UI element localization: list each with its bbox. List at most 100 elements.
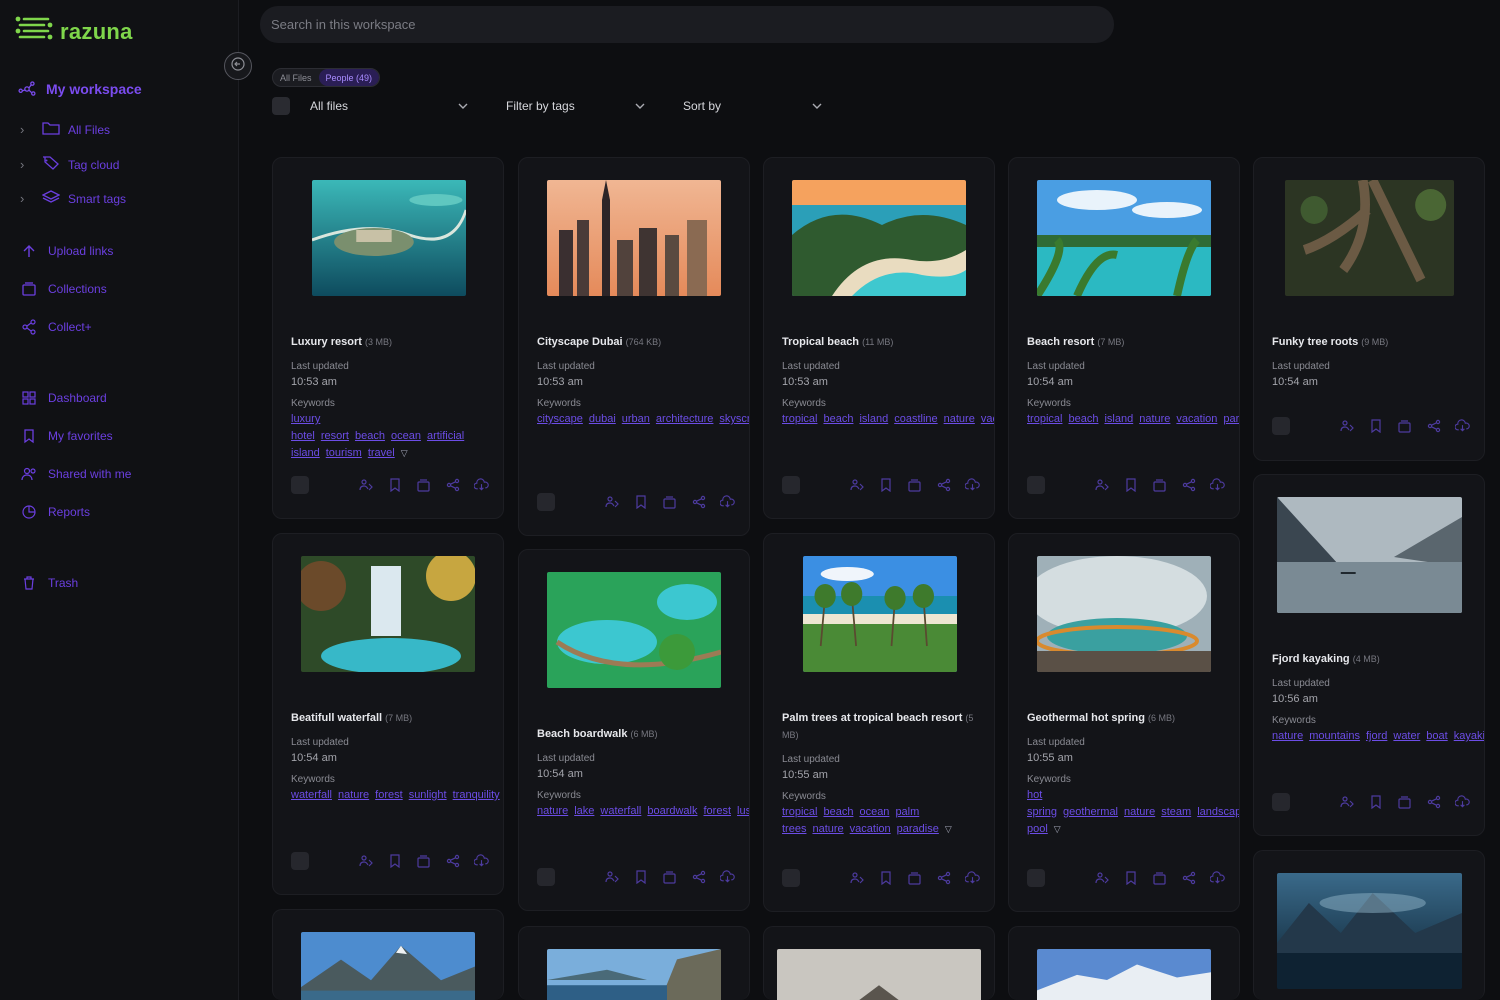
keyword-tag[interactable]: nature <box>944 413 975 425</box>
asset-thumbnail[interactable] <box>792 180 966 296</box>
keyword-tag[interactable]: dubai <box>589 413 616 425</box>
keyword-tag[interactable]: island <box>1104 413 1133 425</box>
asset-name[interactable]: Geothermal hot spring (6 MB) <box>1027 710 1225 727</box>
nav-dashboard[interactable]: Dashboard <box>20 389 107 407</box>
collection-add-icon[interactable] <box>662 870 677 885</box>
keyword-tag[interactable]: beach <box>823 806 853 818</box>
asset-name[interactable]: Beach boardwalk (6 MB) <box>537 726 735 743</box>
keyword-tag[interactable]: beach <box>355 430 385 442</box>
collection-add-icon[interactable] <box>907 871 922 886</box>
asset-name[interactable]: Palm trees at tropical beach resort (5 M… <box>782 710 980 744</box>
keyword-tag[interactable]: tranquility <box>453 789 500 801</box>
asset-card[interactable]: Palm trees at tropical beach resort (5 M… <box>763 533 995 912</box>
all-files-dropdown[interactable]: All files <box>310 99 468 113</box>
collection-add-icon[interactable] <box>1397 419 1412 434</box>
collection-add-icon[interactable] <box>662 495 677 510</box>
asset-name[interactable]: Fjord kayaking (4 MB) <box>1272 651 1470 668</box>
logo[interactable]: razuna <box>14 14 133 49</box>
keyword-tag[interactable]: travel <box>368 447 395 459</box>
asset-card[interactable] <box>1253 850 1485 1000</box>
keyword-tag[interactable]: nature <box>1272 730 1303 742</box>
chevron-right-icon[interactable]: › <box>20 122 34 137</box>
asset-thumbnail[interactable] <box>777 949 981 1000</box>
asset-name[interactable]: Beatifull waterfall (7 MB) <box>291 710 489 727</box>
keyword-tag[interactable]: tropical <box>1027 413 1062 425</box>
keyword-tag[interactable]: lake <box>574 805 594 817</box>
keyword-tag[interactable]: vacation <box>1176 413 1217 425</box>
keyword-tag[interactable]: boat <box>1426 730 1447 742</box>
cloud-download-icon[interactable] <box>720 870 735 885</box>
asset-card[interactable]: Beach resort (7 MB) Last updated 10:54 am K… <box>1008 157 1240 519</box>
sort-by-dropdown[interactable]: Sort by <box>683 99 822 113</box>
bookmark-icon[interactable] <box>878 478 893 493</box>
keyword-tag[interactable]: landscape <box>1197 806 1239 818</box>
share-people-icon[interactable] <box>1094 871 1109 886</box>
share-people-icon[interactable] <box>358 854 373 869</box>
card-select-checkbox[interactable] <box>1272 417 1290 435</box>
collection-add-icon[interactable] <box>1152 478 1167 493</box>
nav-trash[interactable]: Trash <box>20 574 78 592</box>
expand-keywords-icon[interactable]: ▽ <box>945 824 952 834</box>
share-people-icon[interactable] <box>1339 795 1354 810</box>
keyword-tag[interactable]: boardwalk <box>647 805 697 817</box>
asset-card[interactable] <box>518 926 750 1000</box>
cloud-download-icon[interactable] <box>965 478 980 493</box>
keyword-tag[interactable]: mountains <box>1309 730 1360 742</box>
keyword-tag[interactable]: coastline <box>894 413 937 425</box>
keyword-tag[interactable]: steam <box>1161 806 1191 818</box>
keyword-tag[interactable]: tropical <box>782 413 817 425</box>
asset-card[interactable]: Cityscape Dubai (764 KB) Last updated 10:5… <box>518 157 750 536</box>
asset-thumbnail[interactable] <box>547 572 721 688</box>
asset-card[interactable] <box>272 909 504 1000</box>
card-select-checkbox[interactable] <box>782 869 800 887</box>
nav-collections[interactable]: Collections <box>20 280 107 298</box>
keyword-tag[interactable]: island <box>859 413 888 425</box>
keyword-tag[interactable]: lush <box>737 805 749 817</box>
share-icon[interactable] <box>1426 795 1441 810</box>
share-icon[interactable] <box>1181 478 1196 493</box>
keyword-tag[interactable]: kayaking <box>1454 730 1484 742</box>
bookmark-icon[interactable] <box>1368 795 1383 810</box>
nav-reports[interactable]: Reports <box>20 503 90 521</box>
share-people-icon[interactable] <box>604 870 619 885</box>
asset-thumbnail[interactable] <box>1037 949 1211 1000</box>
keyword-tag[interactable]: sunlight <box>409 789 447 801</box>
cloud-download-icon[interactable] <box>720 495 735 510</box>
keyword-tag[interactable]: tropical <box>782 806 817 818</box>
asset-card[interactable]: Geothermal hot spring (6 MB) Last updated… <box>1008 533 1240 912</box>
bookmark-icon[interactable] <box>387 854 402 869</box>
filter-by-tags-dropdown[interactable]: Filter by tags <box>506 99 645 113</box>
keyword-tag[interactable]: luxury hotel <box>291 413 320 442</box>
asset-thumbnail[interactable] <box>301 556 475 672</box>
bookmark-icon[interactable] <box>1368 419 1383 434</box>
share-people-icon[interactable] <box>604 495 619 510</box>
nav-collect-plus[interactable]: Collect+ <box>20 318 92 336</box>
keyword-tag[interactable]: nature <box>812 823 843 835</box>
expand-keywords-icon[interactable]: ▽ <box>401 448 408 458</box>
keyword-tag[interactable]: nature <box>1139 413 1170 425</box>
bookmark-icon[interactable] <box>1123 478 1138 493</box>
nav-upload-links[interactable]: Upload links <box>20 242 113 260</box>
share-people-icon[interactable] <box>849 871 864 886</box>
asset-card[interactable]: Fjord kayaking (4 MB) Last updated 10:56 a… <box>1253 474 1485 836</box>
collection-add-icon[interactable] <box>1397 795 1412 810</box>
collection-add-icon[interactable] <box>1152 871 1167 886</box>
keyword-tag[interactable]: nature <box>537 805 568 817</box>
bookmark-icon[interactable] <box>878 871 893 886</box>
card-select-checkbox[interactable] <box>1027 476 1045 494</box>
share-people-icon[interactable] <box>1094 478 1109 493</box>
nav-my-workspace[interactable]: My workspace <box>18 80 142 98</box>
keyword-tag[interactable]: hot spring <box>1027 789 1057 818</box>
cloud-download-icon[interactable] <box>1210 871 1225 886</box>
keyword-tag[interactable]: nature <box>1124 806 1155 818</box>
cloud-download-icon[interactable] <box>1455 795 1470 810</box>
collapse-sidebar-button[interactable] <box>224 52 252 80</box>
cloud-download-icon[interactable] <box>474 478 489 493</box>
keyword-tag[interactable]: paradise <box>897 823 939 835</box>
keyword-tag[interactable]: forest <box>704 805 732 817</box>
keyword-tag[interactable]: tourism <box>326 447 362 459</box>
asset-thumbnail[interactable] <box>312 180 466 296</box>
share-icon[interactable] <box>445 854 460 869</box>
card-select-checkbox[interactable] <box>537 493 555 511</box>
share-icon[interactable] <box>1426 419 1441 434</box>
